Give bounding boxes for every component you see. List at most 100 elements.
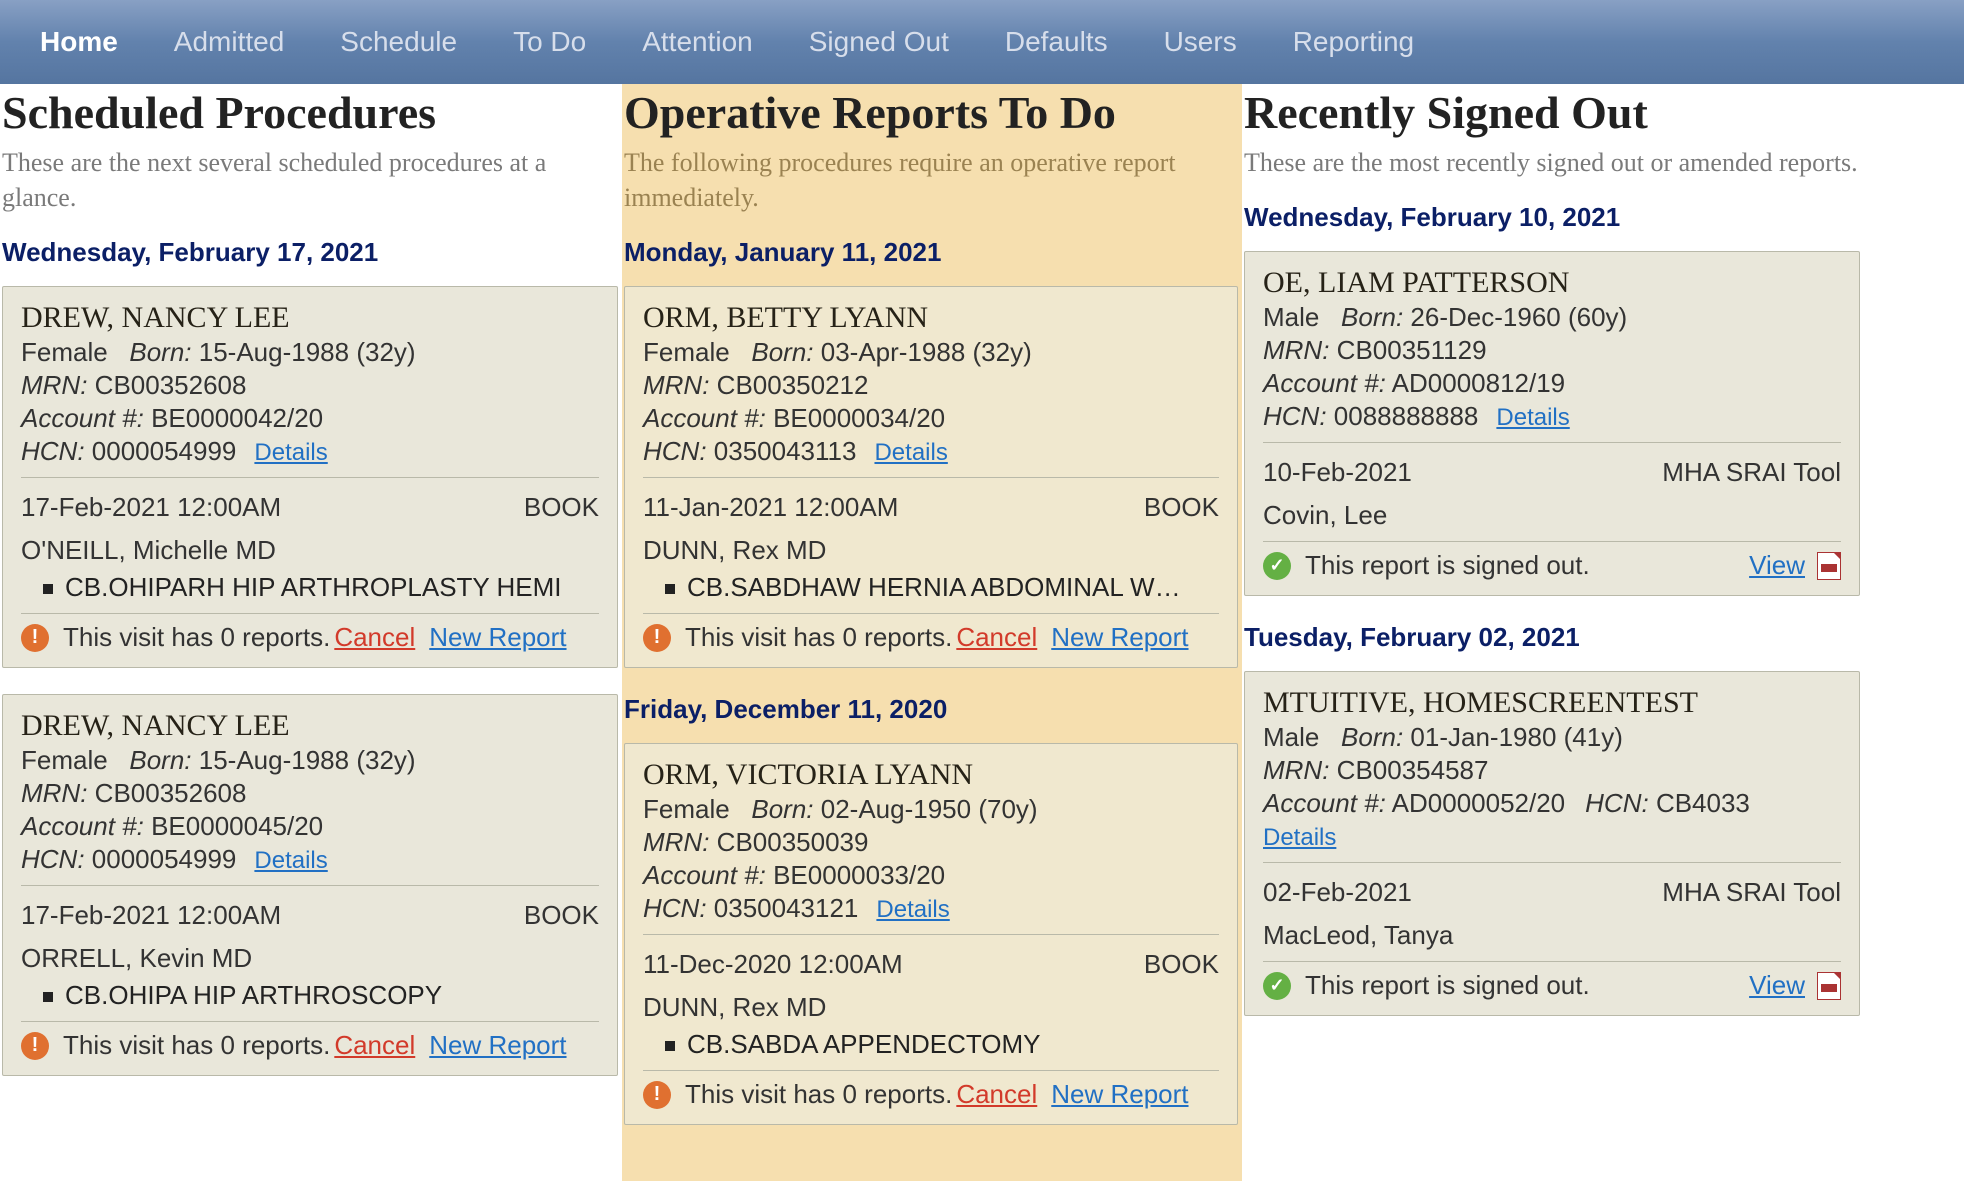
signer-name: Covin, Lee <box>1263 500 1841 531</box>
cancel-link[interactable]: Cancel <box>956 622 1037 653</box>
section-subtitle: These are the most recently signed out o… <box>1244 145 1860 180</box>
date-header: Wednesday, February 17, 2021 <box>2 237 618 268</box>
operative-reports-column: Operative Reports To Do The following pr… <box>622 84 1242 1181</box>
hcn-label: HCN: <box>1585 788 1649 818</box>
mrn-label: MRN: <box>21 370 87 400</box>
hcn-value: 0000054999 <box>92 844 237 874</box>
date-header: Wednesday, February 10, 2021 <box>1244 202 1860 233</box>
zero-reports-text: This visit has 0 reports. <box>63 622 330 653</box>
mrn-value: CB00354587 <box>1337 755 1489 785</box>
alert-icon <box>21 1032 49 1060</box>
nav-item-reporting[interactable]: Reporting <box>1265 0 1442 84</box>
new-report-link[interactable]: New Report <box>429 1030 566 1061</box>
details-link[interactable]: Details <box>1263 824 1336 851</box>
bullet-icon <box>43 992 53 1002</box>
mrn-value: CB00350039 <box>717 827 869 857</box>
date-header: Tuesday, February 02, 2021 <box>1244 622 1860 653</box>
nav-item-signed-out[interactable]: Signed Out <box>781 0 977 84</box>
procedure-card: ORM, VICTORIA LYANN Female Born: 02-Aug-… <box>624 743 1238 1125</box>
signed-report-card: OE, LIAM PATTERSON Male Born: 26-Dec-196… <box>1244 251 1860 596</box>
born-value: 26-Dec-1960 (60y) <box>1410 302 1627 332</box>
pdf-icon[interactable] <box>1817 552 1841 580</box>
born-label: Born: <box>1341 302 1403 332</box>
procedure-card: ORM, BETTY LYANN Female Born: 03-Apr-198… <box>624 286 1238 668</box>
pdf-icon[interactable] <box>1817 972 1841 1000</box>
patient-gender: Male <box>1263 722 1319 752</box>
view-link[interactable]: View <box>1749 970 1805 1001</box>
cancel-link[interactable]: Cancel <box>334 622 415 653</box>
physician-name: O'NEILL, Michelle MD <box>21 535 599 566</box>
account-value: AD0000052/20 <box>1392 788 1565 818</box>
account-value: BE0000034/20 <box>773 403 945 433</box>
recently-signed-out-column: Recently Signed Out These are the most r… <box>1242 84 1864 1181</box>
mrn-value: CB00352608 <box>95 778 247 808</box>
nav-item-defaults[interactable]: Defaults <box>977 0 1136 84</box>
born-label: Born: <box>129 745 191 775</box>
new-report-link[interactable]: New Report <box>1051 1079 1188 1110</box>
report-tool: MHA SRAI Tool <box>1662 877 1841 908</box>
mrn-label: MRN: <box>643 827 709 857</box>
details-link[interactable]: Details <box>1496 404 1569 431</box>
account-label: Account #: <box>643 860 766 890</box>
details-link[interactable]: Details <box>876 896 949 923</box>
mrn-value: CB00351129 <box>1337 335 1487 365</box>
details-link[interactable]: Details <box>254 847 327 874</box>
alert-icon <box>643 1081 671 1109</box>
alert-icon <box>643 624 671 652</box>
dashboard-columns: Scheduled Procedures These are the next … <box>0 84 1964 1181</box>
details-link[interactable]: Details <box>254 439 327 466</box>
new-report-link[interactable]: New Report <box>1051 622 1188 653</box>
physician-name: DUNN, Rex MD <box>643 992 1219 1023</box>
bullet-icon <box>665 1041 675 1051</box>
date-header: Friday, December 11, 2020 <box>624 694 1238 725</box>
procedure-datetime: 17-Feb-2021 12:00AM <box>21 492 281 523</box>
bullet-icon <box>43 584 53 594</box>
hcn-value: 0350043121 <box>714 893 859 923</box>
mrn-value: CB00350212 <box>717 370 869 400</box>
cancel-link[interactable]: Cancel <box>334 1030 415 1061</box>
zero-reports-text: This visit has 0 reports. <box>685 1079 952 1110</box>
top-nav: HomeAdmittedScheduleTo DoAttentionSigned… <box>0 0 1964 84</box>
cancel-link[interactable]: Cancel <box>956 1079 1037 1110</box>
signed-report-card: MTUITIVE, HOMESCREENTEST Male Born: 01-J… <box>1244 671 1860 1016</box>
nav-item-to-do[interactable]: To Do <box>485 0 614 84</box>
born-label: Born: <box>1341 722 1403 752</box>
procedure-code: CB.OHIPARH HIP ARTHROPLASTY HEMI <box>65 572 562 603</box>
account-label: Account #: <box>1263 368 1386 398</box>
nav-item-attention[interactable]: Attention <box>614 0 781 84</box>
mrn-value: CB00352608 <box>95 370 247 400</box>
procedure-datetime: 11-Dec-2020 12:00AM <box>643 949 903 980</box>
section-title: Operative Reports To Do <box>624 86 1238 139</box>
hcn-label: HCN: <box>643 436 707 466</box>
details-link[interactable]: Details <box>874 439 947 466</box>
nav-item-admitted[interactable]: Admitted <box>146 0 313 84</box>
signed-out-text: This report is signed out. <box>1305 550 1590 581</box>
mrn-label: MRN: <box>643 370 709 400</box>
hcn-value: 0000054999 <box>92 436 237 466</box>
nav-item-home[interactable]: Home <box>12 0 146 84</box>
patient-name: ORM, BETTY LYANN <box>643 301 1219 335</box>
procedure-card: DREW, NANCY LEE Female Born: 15-Aug-1988… <box>2 286 618 668</box>
account-value: AD0000812/19 <box>1392 368 1565 398</box>
account-label: Account #: <box>21 811 144 841</box>
nav-item-users[interactable]: Users <box>1136 0 1265 84</box>
patient-name: OE, LIAM PATTERSON <box>1263 266 1841 300</box>
section-subtitle: These are the next several scheduled pro… <box>2 145 618 215</box>
account-label: Account #: <box>21 403 144 433</box>
section-subtitle: The following procedures require an oper… <box>624 145 1238 215</box>
view-link[interactable]: View <box>1749 550 1805 581</box>
hcn-label: HCN: <box>643 893 707 923</box>
born-label: Born: <box>751 337 813 367</box>
signed-out-text: This report is signed out. <box>1305 970 1590 1001</box>
hcn-label: HCN: <box>1263 401 1327 431</box>
nav-item-schedule[interactable]: Schedule <box>312 0 485 84</box>
mrn-label: MRN: <box>1263 755 1329 785</box>
account-value: BE0000033/20 <box>773 860 945 890</box>
new-report-link[interactable]: New Report <box>429 622 566 653</box>
patient-name: DREW, NANCY LEE <box>21 301 599 335</box>
alert-icon <box>21 624 49 652</box>
zero-reports-text: This visit has 0 reports. <box>685 622 952 653</box>
born-value: 15-Aug-1988 (32y) <box>199 337 416 367</box>
born-value: 03-Apr-1988 (32y) <box>821 337 1032 367</box>
procedure-card: DREW, NANCY LEE Female Born: 15-Aug-1988… <box>2 694 618 1076</box>
